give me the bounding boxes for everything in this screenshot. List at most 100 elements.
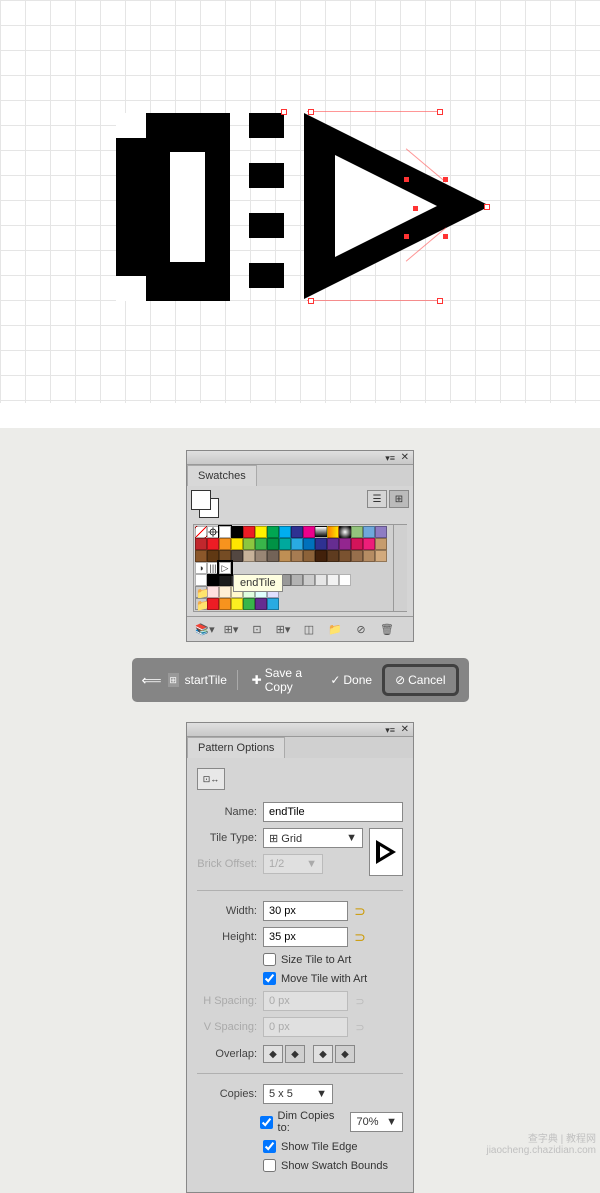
swatch-tile-start[interactable]: ◑ xyxy=(195,562,207,574)
back-arrow-icon[interactable]: ⟸ xyxy=(142,672,162,689)
swatch[interactable] xyxy=(219,526,231,538)
library-menu-button[interactable]: 📚▾ xyxy=(195,621,215,637)
dim-copies-checkbox[interactable]: Dim Copies to: xyxy=(260,1110,345,1134)
new-swatch-button[interactable]: ◫ xyxy=(299,621,319,637)
anchor-point[interactable] xyxy=(443,177,448,182)
show-edge-checkbox[interactable]: Show Tile Edge xyxy=(263,1140,357,1153)
swatch[interactable] xyxy=(303,526,315,538)
selection-handle[interactable] xyxy=(308,109,314,115)
selection-handle[interactable] xyxy=(281,109,287,115)
swatch[interactable] xyxy=(255,550,267,562)
swatch[interactable] xyxy=(243,550,255,562)
overlap-top-button[interactable]: ◆ xyxy=(313,1045,333,1063)
close-icon[interactable]: ✕ xyxy=(401,452,409,463)
swatch[interactable] xyxy=(303,538,315,550)
selection-handle[interactable] xyxy=(437,109,443,115)
swatch[interactable] xyxy=(363,538,375,550)
swatch[interactable] xyxy=(303,550,315,562)
swatch[interactable] xyxy=(339,550,351,562)
selection-handle[interactable] xyxy=(437,298,443,304)
swatch[interactable] xyxy=(267,550,279,562)
swatch-tile-end[interactable]: ▷ xyxy=(219,562,231,574)
swatch[interactable] xyxy=(243,526,255,538)
overlap-left-button[interactable]: ◆ xyxy=(263,1045,283,1063)
swatch[interactable] xyxy=(219,550,231,562)
swatch[interactable] xyxy=(255,598,267,610)
swatch[interactable] xyxy=(207,586,219,598)
folder-icon[interactable]: 📁 xyxy=(195,598,207,610)
tab-pattern-options[interactable]: Pattern Options xyxy=(187,737,285,758)
swatch[interactable] xyxy=(243,598,255,610)
swatch[interactable] xyxy=(207,538,219,550)
tile-edge-toggle[interactable]: ⊡↔ xyxy=(197,768,225,790)
link-dimensions-icon[interactable]: ⊃ xyxy=(352,903,368,919)
tab-swatches[interactable]: Swatches xyxy=(187,465,257,486)
selection-handle[interactable] xyxy=(308,298,314,304)
swatch[interactable] xyxy=(231,538,243,550)
swatch[interactable] xyxy=(267,598,279,610)
swatch[interactable] xyxy=(315,538,327,550)
tiletype-select[interactable]: ⊞ Grid▼ xyxy=(263,828,363,848)
swatch-registration[interactable] xyxy=(207,526,219,538)
swatch[interactable] xyxy=(195,538,207,550)
done-button[interactable]: ✓Done xyxy=(326,671,376,689)
swatch[interactable] xyxy=(315,550,327,562)
folder-icon[interactable]: 📁 xyxy=(195,586,207,598)
anchor-point[interactable] xyxy=(443,234,448,239)
swatch[interactable] xyxy=(219,586,231,598)
swatch[interactable] xyxy=(339,538,351,550)
swatch[interactable] xyxy=(267,538,279,550)
cancel-button[interactable]: ⊘Cancel xyxy=(382,664,458,696)
panel-head[interactable]: ▾≡ ✕ xyxy=(187,723,413,737)
canvas[interactable] xyxy=(0,0,600,428)
swatch[interactable] xyxy=(375,538,387,550)
preset-icon[interactable]: ⊞ xyxy=(168,673,179,687)
swatch[interactable] xyxy=(279,550,291,562)
swatch[interactable] xyxy=(207,550,219,562)
swatch[interactable] xyxy=(327,538,339,550)
swatch[interactable] xyxy=(351,526,363,538)
swatch[interactable] xyxy=(219,574,231,586)
swatch[interactable] xyxy=(315,574,327,586)
swatch[interactable] xyxy=(375,550,387,562)
swatch[interactable] xyxy=(363,550,375,562)
copies-select[interactable]: 5 x 5▼ xyxy=(263,1084,333,1104)
anchor-point[interactable] xyxy=(404,177,409,182)
selection-handle[interactable] xyxy=(484,204,490,210)
swatch[interactable] xyxy=(291,526,303,538)
fg-bg-selector[interactable] xyxy=(191,490,223,518)
name-input[interactable] xyxy=(263,802,403,822)
new-folder-button[interactable]: 📁 xyxy=(325,621,345,637)
swatch[interactable] xyxy=(207,574,219,586)
swatch[interactable] xyxy=(231,526,243,538)
swatch[interactable] xyxy=(327,574,339,586)
swatch[interactable] xyxy=(279,526,291,538)
view-list-button[interactable]: ☰ xyxy=(367,490,387,508)
scrollbar[interactable] xyxy=(393,525,407,611)
flyout-icon[interactable]: ▾≡ xyxy=(385,453,395,464)
swatch[interactable] xyxy=(303,574,315,586)
swatch[interactable] xyxy=(207,598,219,610)
swatch[interactable] xyxy=(291,550,303,562)
swatch[interactable] xyxy=(327,550,339,562)
swatch[interactable] xyxy=(267,526,279,538)
dim-copies-select[interactable]: 70%▼ xyxy=(350,1112,403,1132)
delete-button[interactable]: 🗑 xyxy=(377,621,397,637)
swatch[interactable] xyxy=(243,538,255,550)
close-icon[interactable]: ✕ xyxy=(401,724,409,735)
overlap-bottom-button[interactable]: ◆ xyxy=(335,1045,355,1063)
swatch-none[interactable] xyxy=(195,526,207,538)
size-tile-checkbox[interactable]: Size Tile to Art xyxy=(263,953,351,966)
swatch[interactable] xyxy=(327,526,339,538)
swatch[interactable] xyxy=(195,574,207,586)
flyout-icon[interactable]: ▾≡ xyxy=(385,725,395,736)
show-kinds-button[interactable]: ⊞▾ xyxy=(221,621,241,637)
view-grid-button[interactable]: ⊞ xyxy=(389,490,409,508)
swatch-tile-segment[interactable]: ||| xyxy=(207,562,219,574)
swatch[interactable] xyxy=(219,598,231,610)
link-dimensions-icon[interactable]: ⊃ xyxy=(352,929,368,945)
height-input[interactable] xyxy=(263,927,348,947)
swatch-options-button[interactable]: ⊡ xyxy=(247,621,267,637)
anchor-point[interactable] xyxy=(413,206,418,211)
swatch[interactable] xyxy=(375,526,387,538)
